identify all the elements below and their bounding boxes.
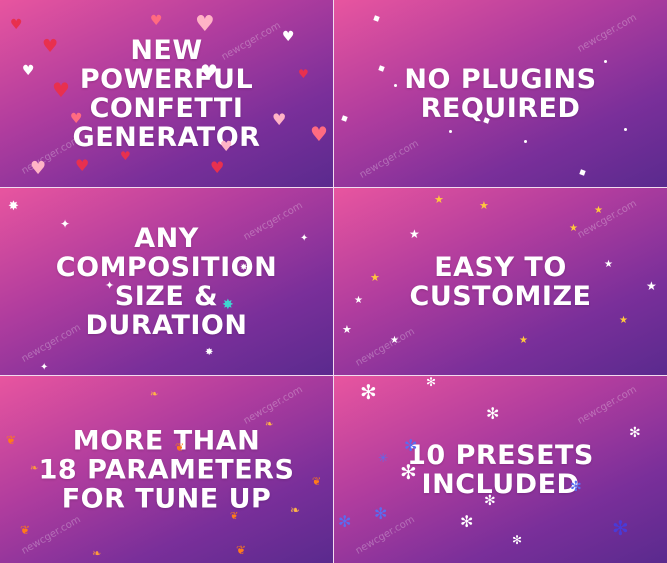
- leaf-icon: ❧: [290, 503, 301, 517]
- snowflake-icon: ✻: [612, 516, 629, 540]
- headline: 10 PRESETS INCLUDED: [334, 441, 667, 499]
- headline-line: FOR TUNE UP: [61, 483, 272, 514]
- headline-line: MORE THAN: [72, 425, 261, 456]
- leaf-icon: ❦: [236, 543, 247, 557]
- snowflake-icon: ✻: [426, 375, 437, 389]
- headline-line: EASY TO: [434, 251, 567, 283]
- heart-icon: ♥: [70, 111, 83, 127]
- watermark: newcger.com: [575, 384, 639, 427]
- leaf-icon: ❧: [30, 463, 39, 474]
- leaf-icon: ❧: [150, 389, 159, 400]
- headline-line: COMPOSITION: [55, 251, 278, 283]
- snowflake-icon: ✻: [404, 436, 418, 455]
- leaf-icon: ❦: [175, 441, 185, 454]
- headline-line: POWERFUL: [79, 63, 254, 95]
- headline: MORE THAN 18 PARAMETERS FOR TUNE UP: [0, 426, 333, 513]
- star-icon: ★: [370, 271, 380, 284]
- panel-presets: newcger.com newcger.com 10 PRESETS INCLU…: [333, 375, 667, 563]
- star-icon: ★: [342, 323, 352, 336]
- heart-icon: ♥: [42, 36, 59, 57]
- leaf-icon: ❧: [92, 547, 102, 560]
- snowflake-icon: ✻: [570, 479, 582, 495]
- watermark: newcger.com: [357, 138, 421, 181]
- star-icon: ✸: [240, 263, 248, 273]
- heart-icon: ♥: [22, 63, 35, 79]
- heart-icon: ♥: [195, 12, 215, 37]
- heart-icon: ♥: [120, 149, 131, 163]
- star-icon: ★: [604, 259, 613, 270]
- heart-icon: ♥: [52, 78, 70, 102]
- square-confetti: [579, 169, 586, 176]
- leaf-icon: ❦: [20, 523, 31, 537]
- snowflake-icon: ✻: [374, 504, 388, 523]
- star-icon: ✸: [222, 297, 234, 313]
- heart-icon: ♥: [310, 122, 328, 146]
- panel-no-plugins: newcger.com newcger.com NO PLUGINS REQUI…: [333, 0, 667, 187]
- star-icon: ✦: [40, 362, 49, 373]
- heart-icon: ♥: [220, 139, 233, 155]
- snowflake-icon: ✳: [378, 451, 389, 465]
- heart-icon: ♥: [200, 60, 218, 84]
- star-icon: ★: [569, 223, 578, 234]
- heart-icon: ♥: [298, 67, 309, 81]
- star-icon: ★: [479, 199, 489, 212]
- confetti-feature-grid: newcger.com newcger.com NEW POWERFUL CON…: [0, 0, 667, 563]
- heart-icon: ♥: [150, 13, 163, 29]
- dot-confetti: [394, 84, 397, 87]
- dot-confetti: [624, 128, 627, 131]
- headline-line: SIZE &: [114, 280, 219, 312]
- panel-parameters: newcger.com newcger.com MORE THAN 18 PAR…: [0, 375, 333, 563]
- snowflake-icon: ✻: [400, 460, 417, 484]
- headline: ANY COMPOSITION SIZE & DURATION: [0, 224, 333, 340]
- heart-icon: ♥: [210, 158, 225, 177]
- panel-new-generator: newcger.com newcger.com NEW POWERFUL CON…: [0, 0, 333, 187]
- snowflake-icon: ✻: [629, 425, 641, 441]
- snowflake-icon: ✻: [512, 533, 523, 547]
- star-icon: ★: [390, 335, 399, 346]
- heart-icon: ♥: [272, 110, 287, 129]
- headline-line: DURATION: [85, 309, 248, 341]
- star-icon: ★: [594, 205, 603, 216]
- star-icon: ★: [354, 295, 363, 306]
- dot-confetti: [449, 130, 452, 133]
- dot-confetti: [524, 140, 527, 143]
- star-icon: ★: [409, 227, 420, 241]
- snowflake-icon: ✻: [484, 493, 496, 509]
- snowflake-icon: ✻: [486, 404, 500, 423]
- star-icon: ★: [519, 335, 528, 346]
- headline-line: 18 PARAMETERS: [38, 454, 295, 485]
- heart-icon: ♥: [10, 17, 23, 33]
- leaf-icon: ❦: [6, 433, 17, 447]
- star-icon: ✸: [205, 347, 214, 358]
- snowflake-icon: ✻: [338, 512, 352, 531]
- headline-line: INCLUDED: [421, 468, 580, 500]
- leaf-icon: ❦: [230, 511, 239, 522]
- star-icon: ✦: [60, 217, 71, 231]
- star-icon: ★: [619, 315, 628, 326]
- headline-line: CUSTOMIZE: [409, 280, 592, 312]
- dot-confetti: [604, 60, 607, 63]
- headline-line: ANY: [134, 222, 199, 254]
- watermark: newcger.com: [575, 12, 639, 55]
- star-icon: ★: [646, 279, 657, 293]
- star-icon: ★: [434, 193, 444, 206]
- square-confetti: [373, 15, 380, 22]
- star-icon: ✸: [8, 199, 19, 214]
- star-icon: ✦: [105, 279, 115, 292]
- heart-icon: ♥: [30, 158, 47, 179]
- headline-line: REQUIRED: [420, 92, 581, 124]
- leaf-icon: ❧: [265, 419, 274, 430]
- heart-icon: ♥: [75, 156, 90, 175]
- snowflake-icon: ✻: [360, 380, 377, 404]
- headline: NO PLUGINS REQUIRED: [334, 65, 667, 123]
- panel-any-size: newcger.com newcger.com ANY COMPOSITION …: [0, 187, 333, 375]
- headline: EASY TO CUSTOMIZE: [334, 253, 667, 311]
- leaf-icon: ❦: [312, 475, 322, 488]
- snowflake-icon: ✻: [460, 512, 474, 531]
- star-icon: ✦: [300, 233, 309, 244]
- watermark: newcger.com: [575, 198, 639, 241]
- panel-easy-customize: newcger.com newcger.com EASY TO CUSTOMIZ…: [333, 187, 667, 375]
- heart-icon: ♥: [282, 29, 295, 45]
- watermark: newcger.com: [353, 326, 417, 369]
